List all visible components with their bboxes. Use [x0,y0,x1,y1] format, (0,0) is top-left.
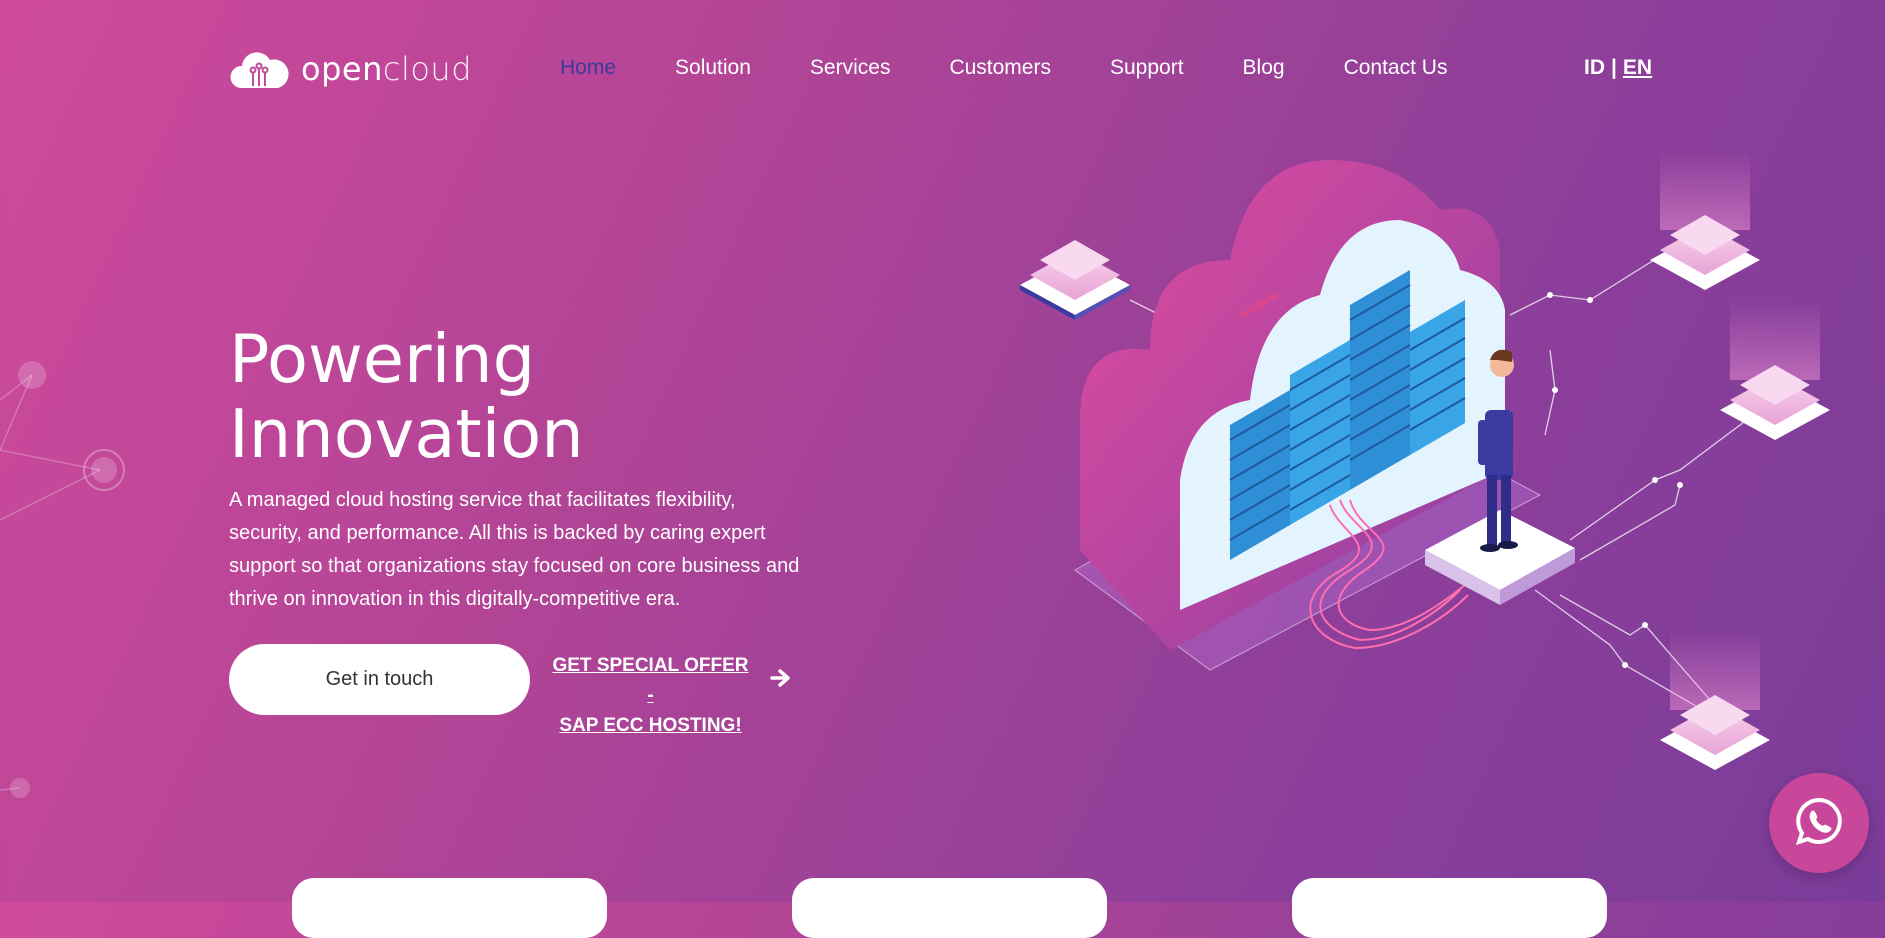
hero-title: Powering Innovation [229,322,829,472]
brand-logo[interactable]: opencloud [229,48,472,90]
feature-card[interactable] [792,878,1107,938]
special-offer-line1: GET SPECIAL OFFER - [552,655,749,706]
hero-title-line2: Innovation [229,395,584,473]
brand-name-bold: open [301,50,383,88]
special-offer-link[interactable]: GET SPECIAL OFFER - SAP ECC HOSTING! [548,651,753,741]
cloud-server-illustration [1020,150,1830,770]
feature-card[interactable] [292,878,607,938]
cloud-logo-icon [229,48,289,90]
whatsapp-chat-button[interactable] [1769,773,1869,873]
nav-home[interactable]: Home [560,56,616,80]
whatsapp-icon [1793,795,1845,852]
hero-title-line1: Powering [229,320,536,398]
lang-id[interactable]: ID [1584,56,1605,80]
hero-description: A managed cloud hosting service that fac… [229,489,800,610]
network-decoration [0,361,125,798]
brand-name: opencloud [301,50,472,88]
arrow-right-icon[interactable] [770,664,792,695]
nav-services[interactable]: Services [810,56,891,80]
special-offer-line2: SAP ECC HOSTING! [559,715,742,736]
get-in-touch-button[interactable]: Get in touch [229,644,530,715]
nav-contact-us[interactable]: Contact Us [1344,56,1448,80]
main-nav: Home Solution Services Customers Support… [560,56,1506,80]
language-switcher: ID | EN [1584,56,1652,80]
nav-support[interactable]: Support [1110,56,1184,80]
brand-name-light: cloud [382,50,473,88]
lang-en[interactable]: EN [1623,56,1652,80]
feature-card[interactable] [1292,878,1607,938]
nav-customers[interactable]: Customers [949,56,1051,80]
nav-blog[interactable]: Blog [1243,56,1285,80]
nav-solution[interactable]: Solution [675,56,751,80]
lang-separator: | [1611,56,1617,79]
